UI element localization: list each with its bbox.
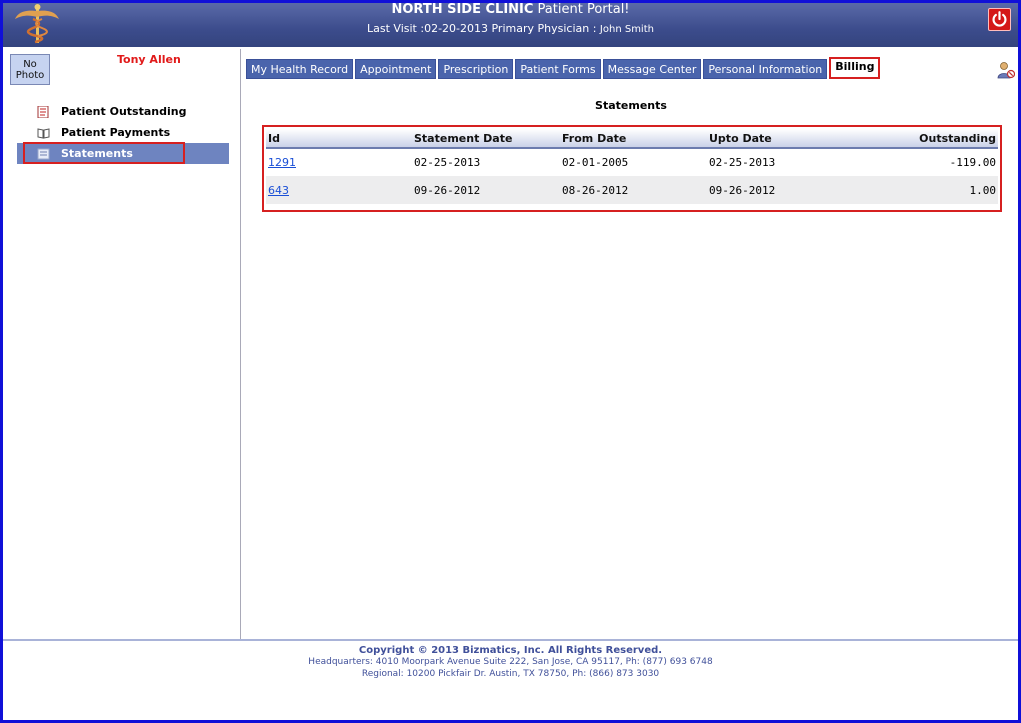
tab-patient-forms[interactable]: Patient Forms <box>515 59 601 79</box>
col-header-from-date: From Date <box>560 129 707 149</box>
table-row: 1291 02-25-2013 02-01-2005 02-25-2013 -1… <box>266 148 998 176</box>
last-visit-info: Last Visit :02-20-2013 Primary Physician… <box>367 22 654 35</box>
portal-window: NORTH SIDE CLINIC Patient Portal! Last V… <box>0 0 1021 723</box>
nav-label: Patient Outstanding <box>61 105 187 118</box>
statements-table-container: Id Statement Date From Date Upto Date Ou… <box>262 125 1002 212</box>
cell-outstanding: 1.00 <box>842 176 998 204</box>
cell-statement-date: 09-26-2012 <box>412 176 560 204</box>
power-icon[interactable] <box>988 8 1011 31</box>
highlight-box <box>23 142 185 164</box>
headquarters-address: Headquarters: 4010 Moorpark Avenue Suite… <box>308 657 713 667</box>
document-icon <box>37 105 49 118</box>
main-panel: My Health Record Appointment Prescriptio… <box>243 49 1018 639</box>
user-settings-icon[interactable] <box>997 61 1015 79</box>
cell-upto-date: 02-25-2013 <box>709 156 776 169</box>
tab-billing[interactable]: Billing <box>829 57 881 79</box>
tab-my-health-record[interactable]: My Health Record <box>246 59 354 79</box>
cell-id: 1291 <box>266 148 412 176</box>
header-bar: NORTH SIDE CLINIC Patient Portal! Last V… <box>3 3 1018 47</box>
statements-title: Statements <box>595 99 667 112</box>
tab-bar: My Health Record Appointment Prescriptio… <box>243 55 1018 83</box>
cell-upto-date: 09-26-2012 <box>707 176 843 204</box>
regional-address: Regional: 10200 Pickfair Dr. Austin, TX … <box>361 669 660 679</box>
col-header-statement-date: Statement Date <box>412 129 560 149</box>
book-icon <box>37 127 50 139</box>
billing-nav: Patient Outstanding Patient Payments Sta… <box>17 101 229 164</box>
col-header-outstanding: Outstanding <box>842 129 998 149</box>
nav-item-patient-outstanding[interactable]: Patient Outstanding <box>17 101 229 122</box>
patient-name: Tony Allen <box>117 53 181 66</box>
statement-id-link[interactable]: 1291 <box>268 156 296 169</box>
cell-from-date: 08-26-2012 <box>560 176 707 204</box>
tab-message-center[interactable]: Message Center <box>602 59 702 79</box>
statement-id-link[interactable]: 643 <box>268 184 289 197</box>
nav-item-statements[interactable]: Statements <box>17 142 229 164</box>
col-header-upto-date: Upto Date <box>707 129 843 149</box>
table-row: 643 09-26-2012 08-26-2012 09-26-2012 1.0… <box>266 176 998 204</box>
cell-id: 643 <box>266 176 412 204</box>
left-panel: No Photo Tony Allen Patient Outstanding … <box>5 49 241 639</box>
copyright-text: Copyright © 2013 Bizmatics, Inc. All Rig… <box>358 645 663 656</box>
cell-from-date: 02-01-2005 <box>562 156 629 169</box>
nav-item-patient-payments[interactable]: Patient Payments <box>17 122 229 143</box>
nav-label: Patient Payments <box>61 126 171 139</box>
cell-outstanding: -119.00 <box>949 156 996 169</box>
table-header-row: Id Statement Date From Date Upto Date Ou… <box>266 129 998 149</box>
statements-table: Id Statement Date From Date Upto Date Ou… <box>266 129 998 204</box>
tab-personal-information[interactable]: Personal Information <box>703 59 828 79</box>
footer: Copyright © 2013 Bizmatics, Inc. All Rig… <box>3 639 1018 720</box>
col-header-id: Id <box>266 129 412 149</box>
patient-photo-placeholder: No Photo <box>10 54 50 85</box>
clinic-title: NORTH SIDE CLINIC Patient Portal! <box>391 2 630 17</box>
tab-appointment[interactable]: Appointment <box>355 59 437 79</box>
cell-statement-date: 02-25-2013 <box>414 156 481 169</box>
tab-prescription[interactable]: Prescription <box>438 59 514 79</box>
physician-name: John Smith <box>599 24 654 35</box>
